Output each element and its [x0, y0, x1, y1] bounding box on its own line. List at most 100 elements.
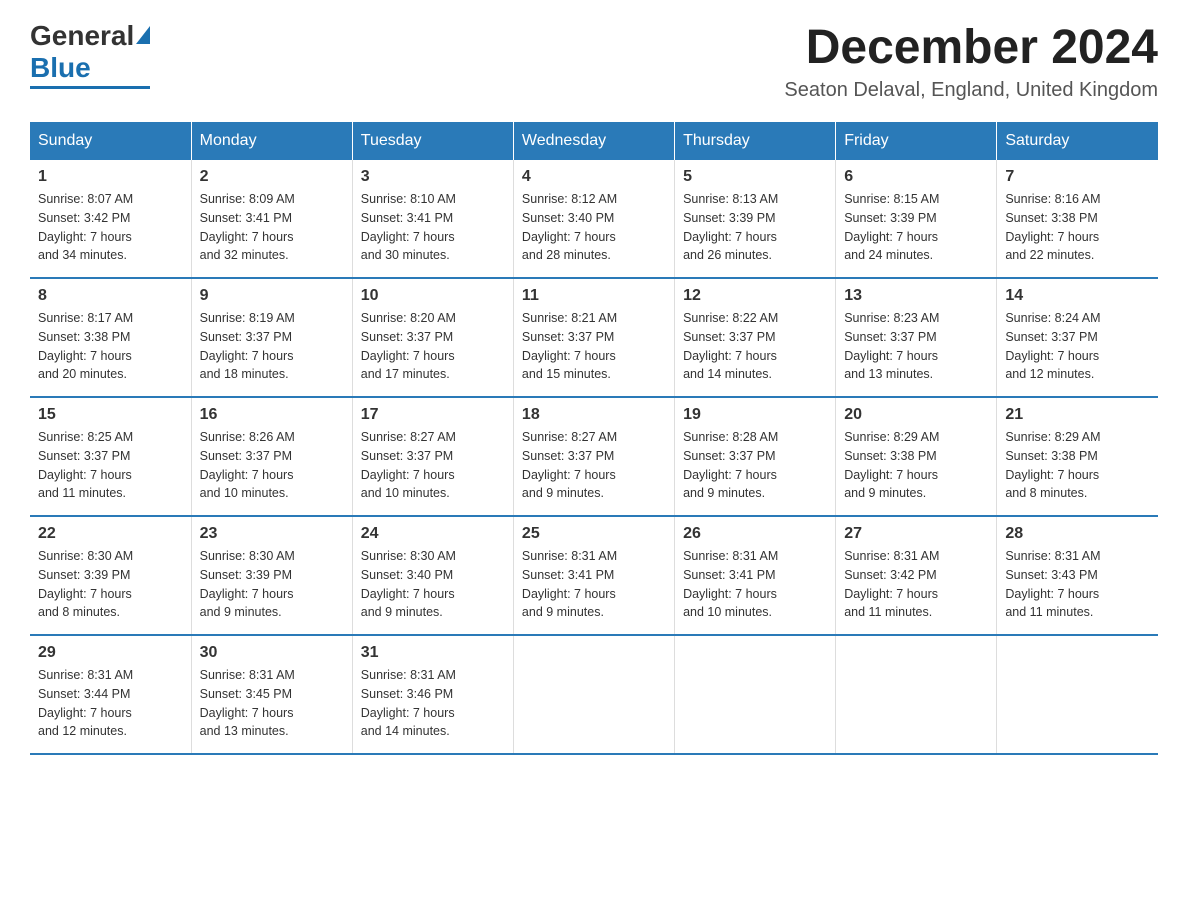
day-number: 3 [361, 168, 505, 186]
logo-triangle-icon [136, 26, 150, 44]
day-number: 27 [844, 525, 988, 543]
day-number: 28 [1005, 525, 1150, 543]
week-row-5: 29 Sunrise: 8:31 AM Sunset: 3:44 PM Dayl… [30, 635, 1158, 754]
calendar-cell: 28 Sunrise: 8:31 AM Sunset: 3:43 PM Dayl… [997, 516, 1158, 635]
day-info: Sunrise: 8:12 AM Sunset: 3:40 PM Dayligh… [522, 190, 666, 265]
day-info: Sunrise: 8:17 AM Sunset: 3:38 PM Dayligh… [38, 309, 183, 384]
day-info: Sunrise: 8:16 AM Sunset: 3:38 PM Dayligh… [1005, 190, 1150, 265]
day-number: 1 [38, 168, 183, 186]
calendar-table: Sunday Monday Tuesday Wednesday Thursday… [30, 122, 1158, 755]
calendar-cell: 27 Sunrise: 8:31 AM Sunset: 3:42 PM Dayl… [836, 516, 997, 635]
day-info: Sunrise: 8:30 AM Sunset: 3:39 PM Dayligh… [200, 547, 344, 622]
day-info: Sunrise: 8:31 AM Sunset: 3:45 PM Dayligh… [200, 666, 344, 741]
day-info: Sunrise: 8:31 AM Sunset: 3:43 PM Dayligh… [1005, 547, 1150, 622]
day-number: 13 [844, 287, 988, 305]
day-number: 23 [200, 525, 344, 543]
day-info: Sunrise: 8:13 AM Sunset: 3:39 PM Dayligh… [683, 190, 827, 265]
day-number: 2 [200, 168, 344, 186]
day-number: 21 [1005, 406, 1150, 424]
day-info: Sunrise: 8:24 AM Sunset: 3:37 PM Dayligh… [1005, 309, 1150, 384]
header-tuesday: Tuesday [352, 122, 513, 160]
calendar-cell: 8 Sunrise: 8:17 AM Sunset: 3:38 PM Dayli… [30, 278, 191, 397]
header-monday: Monday [191, 122, 352, 160]
page-header: General Blue December 2024 Seaton Delava… [30, 20, 1158, 102]
day-number: 25 [522, 525, 666, 543]
header-saturday: Saturday [997, 122, 1158, 160]
day-info: Sunrise: 8:15 AM Sunset: 3:39 PM Dayligh… [844, 190, 988, 265]
day-number: 16 [200, 406, 344, 424]
calendar-cell: 30 Sunrise: 8:31 AM Sunset: 3:45 PM Dayl… [191, 635, 352, 754]
day-number: 4 [522, 168, 666, 186]
day-info: Sunrise: 8:26 AM Sunset: 3:37 PM Dayligh… [200, 428, 344, 503]
day-number: 6 [844, 168, 988, 186]
day-number: 8 [38, 287, 183, 305]
logo-general-text: General [30, 20, 134, 52]
header-friday: Friday [836, 122, 997, 160]
week-row-4: 22 Sunrise: 8:30 AM Sunset: 3:39 PM Dayl… [30, 516, 1158, 635]
day-number: 5 [683, 168, 827, 186]
calendar-cell: 23 Sunrise: 8:30 AM Sunset: 3:39 PM Dayl… [191, 516, 352, 635]
logo: General Blue [30, 20, 150, 89]
day-info: Sunrise: 8:21 AM Sunset: 3:37 PM Dayligh… [522, 309, 666, 384]
day-info: Sunrise: 8:25 AM Sunset: 3:37 PM Dayligh… [38, 428, 183, 503]
calendar-cell: 25 Sunrise: 8:31 AM Sunset: 3:41 PM Dayl… [513, 516, 674, 635]
day-number: 17 [361, 406, 505, 424]
calendar-cell [997, 635, 1158, 754]
calendar-cell: 4 Sunrise: 8:12 AM Sunset: 3:40 PM Dayli… [513, 160, 674, 278]
weekday-header-row: Sunday Monday Tuesday Wednesday Thursday… [30, 122, 1158, 160]
day-number: 7 [1005, 168, 1150, 186]
day-info: Sunrise: 8:31 AM Sunset: 3:41 PM Dayligh… [683, 547, 827, 622]
calendar-cell: 2 Sunrise: 8:09 AM Sunset: 3:41 PM Dayli… [191, 160, 352, 278]
day-info: Sunrise: 8:31 AM Sunset: 3:46 PM Dayligh… [361, 666, 505, 741]
day-number: 26 [683, 525, 827, 543]
week-row-1: 1 Sunrise: 8:07 AM Sunset: 3:42 PM Dayli… [30, 160, 1158, 278]
day-number: 10 [361, 287, 505, 305]
day-number: 18 [522, 406, 666, 424]
calendar-cell: 20 Sunrise: 8:29 AM Sunset: 3:38 PM Dayl… [836, 397, 997, 516]
day-info: Sunrise: 8:07 AM Sunset: 3:42 PM Dayligh… [38, 190, 183, 265]
calendar-cell: 31 Sunrise: 8:31 AM Sunset: 3:46 PM Dayl… [352, 635, 513, 754]
day-info: Sunrise: 8:29 AM Sunset: 3:38 PM Dayligh… [844, 428, 988, 503]
header-wednesday: Wednesday [513, 122, 674, 160]
calendar-cell: 10 Sunrise: 8:20 AM Sunset: 3:37 PM Dayl… [352, 278, 513, 397]
day-info: Sunrise: 8:20 AM Sunset: 3:37 PM Dayligh… [361, 309, 505, 384]
logo-blue-text: Blue [30, 52, 91, 84]
day-info: Sunrise: 8:30 AM Sunset: 3:39 PM Dayligh… [38, 547, 183, 622]
calendar-cell: 6 Sunrise: 8:15 AM Sunset: 3:39 PM Dayli… [836, 160, 997, 278]
calendar-cell: 11 Sunrise: 8:21 AM Sunset: 3:37 PM Dayl… [513, 278, 674, 397]
day-info: Sunrise: 8:30 AM Sunset: 3:40 PM Dayligh… [361, 547, 505, 622]
calendar-cell [836, 635, 997, 754]
day-info: Sunrise: 8:31 AM Sunset: 3:42 PM Dayligh… [844, 547, 988, 622]
title-area: December 2024 Seaton Delaval, England, U… [784, 20, 1158, 102]
calendar-cell: 14 Sunrise: 8:24 AM Sunset: 3:37 PM Dayl… [997, 278, 1158, 397]
header-thursday: Thursday [675, 122, 836, 160]
calendar-cell: 3 Sunrise: 8:10 AM Sunset: 3:41 PM Dayli… [352, 160, 513, 278]
day-info: Sunrise: 8:19 AM Sunset: 3:37 PM Dayligh… [200, 309, 344, 384]
calendar-cell: 21 Sunrise: 8:29 AM Sunset: 3:38 PM Dayl… [997, 397, 1158, 516]
calendar-cell: 5 Sunrise: 8:13 AM Sunset: 3:39 PM Dayli… [675, 160, 836, 278]
calendar-cell [675, 635, 836, 754]
day-number: 24 [361, 525, 505, 543]
location-subtitle: Seaton Delaval, England, United Kingdom [784, 79, 1158, 102]
day-number: 31 [361, 644, 505, 662]
day-number: 12 [683, 287, 827, 305]
day-number: 14 [1005, 287, 1150, 305]
day-info: Sunrise: 8:09 AM Sunset: 3:41 PM Dayligh… [200, 190, 344, 265]
day-number: 20 [844, 406, 988, 424]
day-info: Sunrise: 8:22 AM Sunset: 3:37 PM Dayligh… [683, 309, 827, 384]
calendar-cell: 17 Sunrise: 8:27 AM Sunset: 3:37 PM Dayl… [352, 397, 513, 516]
calendar-cell: 16 Sunrise: 8:26 AM Sunset: 3:37 PM Dayl… [191, 397, 352, 516]
calendar-cell: 29 Sunrise: 8:31 AM Sunset: 3:44 PM Dayl… [30, 635, 191, 754]
day-info: Sunrise: 8:27 AM Sunset: 3:37 PM Dayligh… [361, 428, 505, 503]
calendar-cell: 24 Sunrise: 8:30 AM Sunset: 3:40 PM Dayl… [352, 516, 513, 635]
day-info: Sunrise: 8:31 AM Sunset: 3:44 PM Dayligh… [38, 666, 183, 741]
calendar-cell: 1 Sunrise: 8:07 AM Sunset: 3:42 PM Dayli… [30, 160, 191, 278]
month-title: December 2024 [784, 20, 1158, 75]
calendar-cell: 26 Sunrise: 8:31 AM Sunset: 3:41 PM Dayl… [675, 516, 836, 635]
calendar-cell: 9 Sunrise: 8:19 AM Sunset: 3:37 PM Dayli… [191, 278, 352, 397]
calendar-cell: 7 Sunrise: 8:16 AM Sunset: 3:38 PM Dayli… [997, 160, 1158, 278]
day-number: 19 [683, 406, 827, 424]
day-number: 30 [200, 644, 344, 662]
day-number: 9 [200, 287, 344, 305]
calendar-cell: 18 Sunrise: 8:27 AM Sunset: 3:37 PM Dayl… [513, 397, 674, 516]
